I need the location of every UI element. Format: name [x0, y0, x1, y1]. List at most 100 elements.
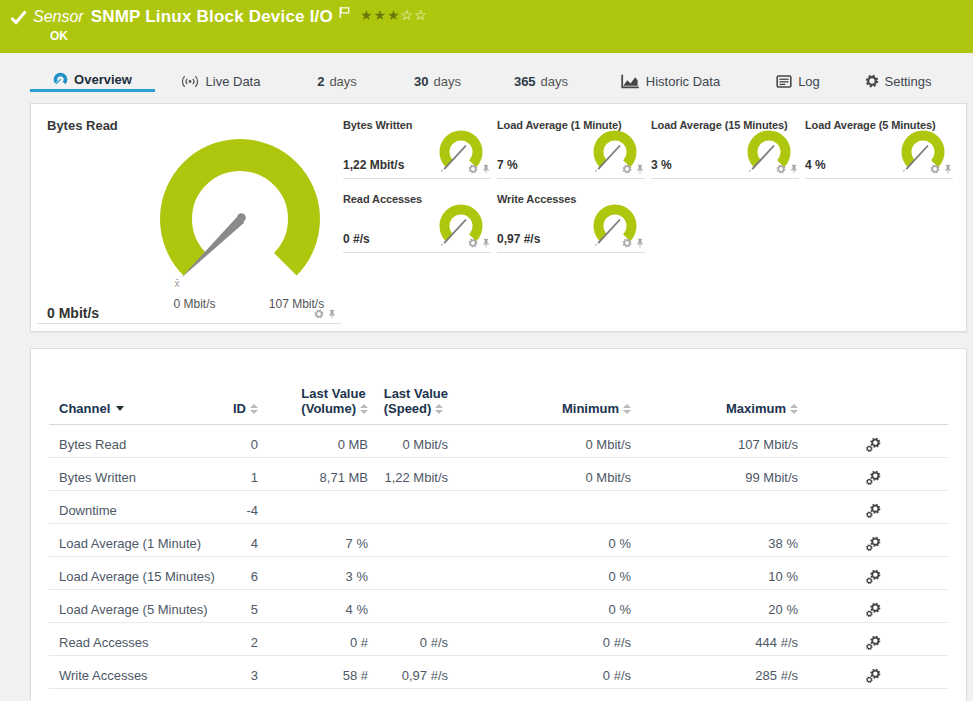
small-gauges: Bytes Written 1,22 Mbit/s Load Average (…	[343, 109, 953, 253]
channel-settings-icon[interactable]	[865, 635, 881, 651]
tab-365-days[interactable]: 365 days	[504, 67, 578, 92]
col-last-value-volume[interactable]: Last Value(Volume)	[261, 349, 371, 424]
col-id[interactable]: ID	[231, 349, 261, 424]
table-row[interactable]: Load Average (1 Minute)47 %0 %38 %	[49, 523, 948, 556]
channel-value: 0 Mbit/s	[371, 424, 451, 457]
tab-number: 365	[514, 74, 536, 89]
empty-cell	[651, 183, 799, 253]
gauge-title: Write Accesses	[497, 193, 576, 205]
table-row[interactable]: Bytes Read00 MB0 Mbit/s0 Mbit/s107 Mbit/…	[49, 424, 948, 457]
channel-settings-icon[interactable]	[865, 668, 881, 684]
channel-settings-icon[interactable]	[865, 437, 881, 453]
channel-settings-icon[interactable]	[865, 470, 881, 486]
tab-label: Live Data	[206, 74, 261, 89]
channel-value: 38 %	[634, 523, 801, 556]
pin-icon[interactable]	[789, 164, 799, 174]
table-row[interactable]: Read Accesses20 #0 #/s0 #/s444 #/s	[49, 622, 948, 655]
table-row[interactable]: Load Average (15 Minutes)63 %0 %10 %	[49, 556, 948, 589]
gauge-value: 1,22 Mbit/s	[343, 158, 404, 172]
col-channel[interactable]: Channel	[49, 349, 231, 424]
table-row[interactable]: Downtime-4	[49, 490, 948, 523]
sort-icon	[623, 404, 631, 414]
status-text: OK	[50, 29, 68, 43]
gauge-value: 4 %	[805, 158, 826, 172]
channel-value: 3	[231, 655, 261, 688]
gauge-settings-icon[interactable]	[930, 164, 940, 174]
pin-icon[interactable]	[481, 238, 491, 248]
tab-live-data[interactable]: Live Data	[163, 67, 277, 92]
channel-value: 99 Mbit/s	[634, 457, 801, 490]
tab-historic-data[interactable]: Historic Data	[612, 67, 729, 92]
channel-value: -4	[231, 490, 261, 523]
channels-panel: Channel ID Last Value(Volume) Last Value…	[30, 348, 967, 701]
gauge-settings-icon[interactable]	[314, 309, 324, 319]
gauge-settings-icon[interactable]	[622, 238, 632, 248]
col-maximum[interactable]: Maximum	[634, 349, 801, 424]
channel-value: 7 %	[261, 523, 371, 556]
gauge-settings-icon[interactable]	[622, 164, 632, 174]
channel-value	[451, 490, 634, 523]
pin-icon[interactable]	[481, 164, 491, 174]
pin-icon[interactable]	[635, 238, 645, 248]
tab-log[interactable]: Log	[763, 67, 833, 92]
sort-icon	[250, 404, 258, 414]
table-row[interactable]: Bytes Written18,71 MB1,22 Mbit/s0 Mbit/s…	[49, 457, 948, 490]
small-gauge-cell: Load Average (5 Minutes) 4 %	[805, 109, 953, 179]
tab-label: days	[541, 74, 568, 89]
tab-label: Overview	[74, 72, 132, 87]
small-gauge-cell: Read Accesses 0 #/s	[343, 183, 491, 253]
channel-settings-icon[interactable]	[865, 602, 881, 618]
sort-icon	[790, 404, 798, 414]
gauge-value: 0,97 #/s	[497, 232, 540, 246]
tab-30-days[interactable]: 30 days	[405, 67, 470, 92]
channel-value: 58 #	[261, 655, 371, 688]
sort-icon	[360, 404, 368, 414]
gauge-value: 3 %	[651, 158, 672, 172]
chart-icon	[621, 74, 640, 89]
channel-value: 0 #	[261, 622, 371, 655]
tab-2-days[interactable]: 2 days	[307, 67, 367, 92]
channel-name: Load Average (1 Minute)	[49, 523, 231, 556]
mean-marker: x̄	[167, 278, 187, 289]
channel-value: 5	[231, 589, 261, 622]
tab-number: 2	[317, 74, 324, 89]
channel-value: 0 Mbit/s	[451, 457, 634, 490]
table-row[interactable]: Load Average (5 Minutes)54 %0 %20 %	[49, 589, 948, 622]
stars-filled: ★★★	[360, 7, 401, 23]
gauge-settings-icon[interactable]	[468, 164, 478, 174]
gear-icon	[865, 74, 879, 88]
channel-value	[634, 490, 801, 523]
tab-overview[interactable]: Overview	[30, 67, 155, 92]
channel-value: 0 #/s	[371, 622, 451, 655]
gauge-settings-icon[interactable]	[776, 164, 786, 174]
pin-icon[interactable]	[943, 164, 953, 174]
channel-settings-icon[interactable]	[865, 536, 881, 552]
sensor-title: SNMP Linux Block Device I/O	[91, 7, 333, 27]
channel-value	[371, 556, 451, 589]
table-header-row: Channel ID Last Value(Volume) Last Value…	[49, 349, 948, 424]
gauge-settings-icon[interactable]	[468, 238, 478, 248]
channel-value: 0	[231, 424, 261, 457]
star-rating[interactable]: ★★★☆☆	[360, 7, 428, 23]
channel-value: 4 %	[261, 589, 371, 622]
log-icon	[776, 75, 792, 88]
channel-name: Bytes Read	[49, 424, 231, 457]
pin-icon[interactable]	[635, 164, 645, 174]
gauge-title: Read Accesses	[343, 193, 422, 205]
small-gauge-cell: Load Average (15 Minutes) 3 %	[651, 109, 799, 179]
col-last-value-speed[interactable]: Last Value(Speed)	[371, 349, 451, 424]
channel-value: 0 #/s	[451, 622, 634, 655]
flag-icon[interactable]	[339, 7, 350, 18]
tab-label: Log	[798, 74, 820, 89]
channel-settings-icon[interactable]	[865, 569, 881, 585]
channel-name: Bytes Written	[49, 457, 231, 490]
status-ok-icon	[10, 10, 27, 25]
channel-settings-icon[interactable]	[865, 503, 881, 519]
tab-settings[interactable]: Settings	[858, 67, 938, 92]
table-row[interactable]: Write Accesses358 #0,97 #/s0 #/s285 #/s	[49, 655, 948, 688]
pin-icon[interactable]	[327, 309, 337, 319]
gauge-title: Bytes Read	[47, 118, 118, 133]
col-minimum[interactable]: Minimum	[451, 349, 634, 424]
small-gauge-cell: Bytes Written 1,22 Mbit/s	[343, 109, 491, 179]
channel-value	[371, 490, 451, 523]
